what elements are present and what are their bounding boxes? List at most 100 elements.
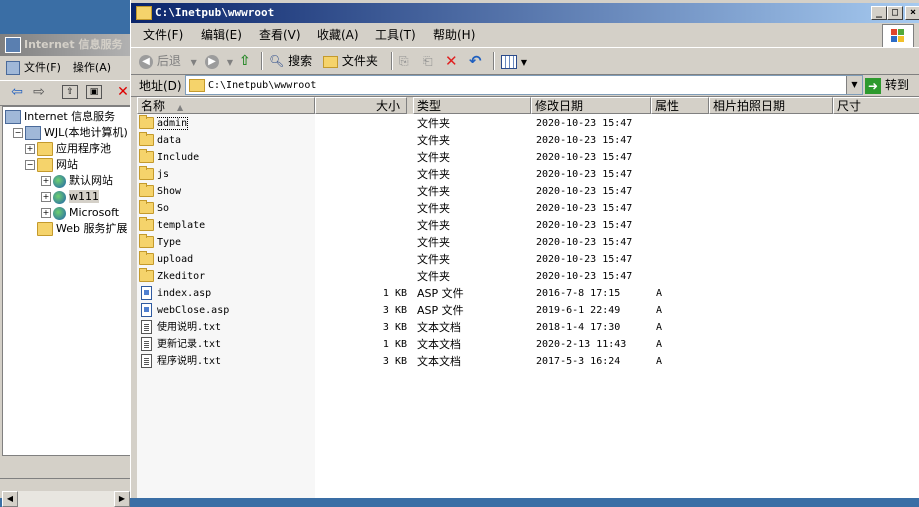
file-modified-date: 2020-10-23 15:47 xyxy=(536,217,654,234)
column-header-name[interactable]: 名称 ▲ xyxy=(137,97,315,114)
file-row[interactable]: upload 文件夹 2020-10-23 15:47 xyxy=(137,251,919,268)
tree-node[interactable]: + 默认网站 xyxy=(41,173,113,189)
file-name: Include xyxy=(157,149,315,166)
tree-node[interactable]: − WJL(本地计算机) xyxy=(13,125,128,141)
file-row[interactable]: Show 文件夹 2020-10-23 15:47 xyxy=(137,183,919,200)
file-row[interactable]: webClose.asp 3 KB ASP 文件 2019-6-1 22:49 A xyxy=(137,302,919,319)
address-field[interactable]: ▼ xyxy=(185,75,863,95)
menu-edit[interactable]: 编辑(E) xyxy=(201,25,242,45)
show-tree-icon[interactable]: ▣ xyxy=(86,85,102,99)
file-row[interactable]: Include 文件夹 2020-10-23 15:47 xyxy=(137,149,919,166)
column-header-size[interactable]: 大小 xyxy=(315,97,407,114)
windows-logo-icon xyxy=(882,24,914,48)
up-folder-icon[interactable]: ⇧ xyxy=(239,51,251,71)
file-type: 文本文档 xyxy=(417,336,527,353)
file-type: 文件夹 xyxy=(417,251,527,268)
undo-icon[interactable]: ↶ xyxy=(469,51,482,71)
iis-menu-action[interactable]: 操作(A) xyxy=(73,61,111,74)
iis-status-bar xyxy=(0,478,140,499)
up-level-icon[interactable]: ⇧ xyxy=(62,85,78,99)
file-row[interactable]: Zkeditor 文件夹 2020-10-23 15:47 xyxy=(137,268,919,285)
forward-button[interactable]: ▶ ▼ xyxy=(205,51,233,71)
file-modified-date-text: 2017-5-3 16:24 xyxy=(536,356,621,367)
file-row[interactable]: template 文件夹 2020-10-23 15:47 xyxy=(137,217,919,234)
close-button[interactable]: × xyxy=(905,6,919,20)
explorer-titlebar[interactable]: C:\Inetpub\wwwroot _ □ × xyxy=(131,3,919,23)
folder-icon xyxy=(37,222,53,236)
delete-icon[interactable]: ✕ xyxy=(445,51,458,71)
tree-node[interactable]: + w111 xyxy=(41,189,99,205)
file-name-text: Type xyxy=(157,237,182,248)
address-dropdown-icon[interactable]: ▼ xyxy=(846,76,862,94)
forward-arrow-icon[interactable]: ⇨ xyxy=(30,84,48,100)
file-row[interactable]: admin 文件夹 2020-10-23 15:47 xyxy=(137,115,919,132)
back-arrow-icon[interactable]: ⇦ xyxy=(8,84,26,100)
iis-titlebar[interactable]: Internet 信息服务 xyxy=(0,34,140,56)
menu-tools[interactable]: 工具(T) xyxy=(375,25,416,45)
folder-icon xyxy=(136,6,152,20)
file-modified-date: 2020-10-23 15:47 xyxy=(536,268,654,285)
menu-file[interactable]: 文件(F) xyxy=(143,25,183,45)
file-row[interactable]: Type 文件夹 2020-10-23 15:47 xyxy=(137,234,919,251)
folder-icon xyxy=(139,149,154,163)
address-input[interactable] xyxy=(208,78,828,92)
file-row[interactable]: js 文件夹 2020-10-23 15:47 xyxy=(137,166,919,183)
tree-node[interactable]: + 应用程序池 xyxy=(25,141,111,157)
file-modified-date-text: 2020-10-23 15:47 xyxy=(536,152,633,163)
copy-to-icon[interactable]: ⎗ xyxy=(423,51,433,71)
column-type-label: 类型 xyxy=(417,99,442,113)
column-header-photo-date[interactable]: 相片拍照日期 xyxy=(709,97,833,114)
expand-icon[interactable]: + xyxy=(41,208,51,218)
iis-menu-icon[interactable] xyxy=(6,61,20,75)
search-label: 搜索 xyxy=(288,54,313,68)
tree-node[interactable]: − 网站 xyxy=(25,157,78,173)
expand-icon[interactable]: + xyxy=(25,144,35,154)
file-row[interactable]: 程序说明.txt 3 KB 文本文档 2017-5-3 16:24 A xyxy=(137,353,919,370)
expand-icon[interactable]: + xyxy=(41,176,51,186)
file-attributes-text: A xyxy=(656,339,663,350)
iis-menu-file[interactable]: 文件(F) xyxy=(24,61,61,74)
explorer-menubar: 文件(F) 编辑(E) 查看(V) 收藏(A) 工具(T) 帮助(H) xyxy=(131,25,919,45)
collapse-icon[interactable]: − xyxy=(25,160,35,170)
pc-icon xyxy=(5,110,21,124)
file-row[interactable]: So 文件夹 2020-10-23 15:47 xyxy=(137,200,919,217)
file-type: ASP 文件 xyxy=(417,302,527,319)
menu-help[interactable]: 帮助(H) xyxy=(433,25,475,45)
minimize-button[interactable]: _ xyxy=(871,6,887,20)
column-header-type[interactable]: 类型 xyxy=(413,97,531,114)
tree-node[interactable]: Web 服务扩展 xyxy=(25,221,127,237)
column-header-modified[interactable]: 修改日期 xyxy=(531,97,651,114)
tree-node[interactable]: + Microsoft xyxy=(41,205,119,221)
back-arrow-icon: ◀ xyxy=(139,54,153,69)
menu-favorites[interactable]: 收藏(A) xyxy=(317,25,359,45)
file-list-view: 名称 ▲ 大小 类型 修改日期 属性 相片拍照日期 尺寸 admin 文件夹 2020… xyxy=(137,97,919,498)
file-row[interactable]: index.asp 1 KB ASP 文件 2016-7-8 17:15 A xyxy=(137,285,919,302)
search-button[interactable]: 🔍︎ 搜索 xyxy=(269,51,312,71)
expand-icon[interactable]: + xyxy=(41,192,51,202)
folders-button[interactable]: 文件夹 xyxy=(323,51,378,71)
file-size-text: 1 KB xyxy=(382,288,407,299)
column-header-dimensions[interactable]: 尺寸 xyxy=(833,97,919,114)
file-modified-date-text: 2020-10-23 15:47 xyxy=(536,254,633,265)
go-button[interactable]: ➜ 转到 xyxy=(865,75,917,95)
menu-view[interactable]: 查看(V) xyxy=(259,25,301,45)
file-attributes-text: A xyxy=(656,288,663,299)
back-button[interactable]: ◀ 后退 ▼ xyxy=(139,51,197,71)
file-modified-date-text: 2020-10-23 15:47 xyxy=(536,186,633,197)
file-row[interactable]: 使用说明.txt 3 KB 文本文档 2018-1-4 17:30 A xyxy=(137,319,919,336)
file-row[interactable]: 更新记录.txt 1 KB 文本文档 2020-2-13 11:43 A xyxy=(137,336,919,353)
file-type-text: 文件夹 xyxy=(417,236,450,249)
file-type-text: 文件夹 xyxy=(417,253,450,266)
file-modified-date: 2020-10-23 15:47 xyxy=(536,166,654,183)
collapse-icon[interactable]: − xyxy=(13,128,23,138)
file-modified-date-text: 2020-10-23 15:47 xyxy=(536,203,633,214)
file-name-text: template xyxy=(157,220,206,231)
tree-node[interactable]: Internet 信息服务 xyxy=(5,109,115,125)
column-header-attributes[interactable]: 属性 xyxy=(651,97,709,114)
file-modified-date: 2020-10-23 15:47 xyxy=(536,234,654,251)
maximize-button[interactable]: □ xyxy=(887,6,903,20)
move-to-icon[interactable]: ⎘ xyxy=(399,51,409,71)
file-row[interactable]: data 文件夹 2020-10-23 15:47 xyxy=(137,132,919,149)
tree-node-label: WJL(本地计算机) xyxy=(44,126,128,139)
views-button[interactable]: ▼ xyxy=(501,51,527,71)
